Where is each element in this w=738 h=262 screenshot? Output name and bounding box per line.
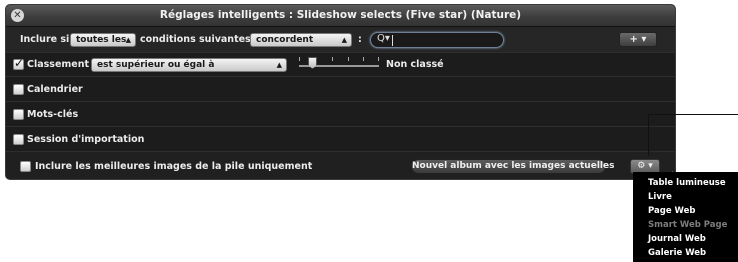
smart-settings-panel: ✕ Réglages intelligents : Slideshow sele… bbox=[5, 4, 676, 180]
updown-arrows-icon: ▲ bbox=[341, 36, 347, 44]
import-session-checkbox[interactable] bbox=[13, 134, 24, 145]
slider-tick bbox=[299, 57, 300, 61]
mode-select[interactable]: concordent ▲ bbox=[250, 33, 352, 47]
colon-label: : bbox=[358, 34, 362, 45]
match-select-value: toutes les bbox=[76, 35, 127, 45]
slider-tick bbox=[363, 57, 364, 61]
updown-arrows-icon: ▲ bbox=[276, 61, 282, 69]
menu-item-galerie-web[interactable]: Galerie Web bbox=[648, 248, 706, 258]
calendar-checkbox[interactable] bbox=[13, 84, 24, 95]
rule-keywords: Mots-clés bbox=[6, 102, 675, 127]
slider-tick bbox=[332, 57, 333, 61]
include-label: Inclure si bbox=[20, 34, 70, 45]
menu-item-journal-web[interactable]: Journal Web bbox=[648, 234, 706, 244]
stack-picks-label: Inclure les meilleures images de la pile… bbox=[35, 161, 313, 172]
search-input[interactable]: Q▾ bbox=[370, 32, 504, 48]
updown-arrows-icon: ▲ bbox=[125, 36, 131, 44]
rating-operator-select[interactable]: est supérieur ou égal à ▲ bbox=[91, 58, 287, 72]
title-bar[interactable]: ✕ Réglages intelligents : Slideshow sele… bbox=[6, 5, 675, 27]
mode-select-value: concordent bbox=[256, 35, 314, 45]
search-icon[interactable]: Q▾ bbox=[377, 33, 390, 44]
rule-rating: Classement : est supérieur ou égal à ▲ N… bbox=[6, 53, 675, 77]
rating-label: Classement : bbox=[27, 59, 97, 70]
rule-import-session: Session d'importation bbox=[6, 127, 675, 152]
new-album-button[interactable]: Nouvel album avec les images actuelles bbox=[411, 159, 614, 174]
callout-line bbox=[648, 114, 738, 115]
slider-tick bbox=[378, 57, 379, 61]
keywords-checkbox[interactable] bbox=[13, 109, 24, 120]
text-caret bbox=[392, 35, 393, 46]
calendar-label: Calendrier bbox=[27, 84, 83, 95]
match-select[interactable]: toutes les ▲ bbox=[70, 33, 136, 47]
add-rule-button[interactable]: + ▾ bbox=[619, 32, 657, 47]
gear-popup-menu: Table lumineuse Livre Page Web Smart Web… bbox=[633, 172, 738, 262]
menu-item-smart-web-page: Smart Web Page bbox=[648, 220, 728, 230]
rating-value-label: Non classé bbox=[386, 59, 444, 70]
menu-item-page-web[interactable]: Page Web bbox=[648, 206, 695, 216]
conditions-label: conditions suivantes : bbox=[140, 34, 258, 45]
close-icon[interactable]: ✕ bbox=[11, 9, 24, 22]
rating-checkbox[interactable] bbox=[13, 56, 24, 70]
callout-line bbox=[648, 114, 649, 156]
slider-knob[interactable] bbox=[308, 57, 317, 69]
stack-picks-checkbox[interactable] bbox=[20, 161, 31, 172]
panel-footer: Inclure les meilleures images de la pile… bbox=[6, 152, 675, 179]
menu-item-table-lumineuse[interactable]: Table lumineuse bbox=[648, 178, 726, 188]
window-title: Réglages intelligents : Slideshow select… bbox=[159, 9, 522, 21]
import-session-label: Session d'importation bbox=[27, 134, 145, 145]
keywords-label: Mots-clés bbox=[27, 109, 79, 120]
slider-tick bbox=[348, 57, 349, 61]
rule-calendar: Calendrier bbox=[6, 77, 675, 102]
menu-item-livre[interactable]: Livre bbox=[648, 192, 672, 202]
filter-bar: Inclure si toutes les ▲ conditions suiva… bbox=[6, 27, 675, 53]
rating-operator-value: est supérieur ou égal à bbox=[97, 60, 215, 70]
